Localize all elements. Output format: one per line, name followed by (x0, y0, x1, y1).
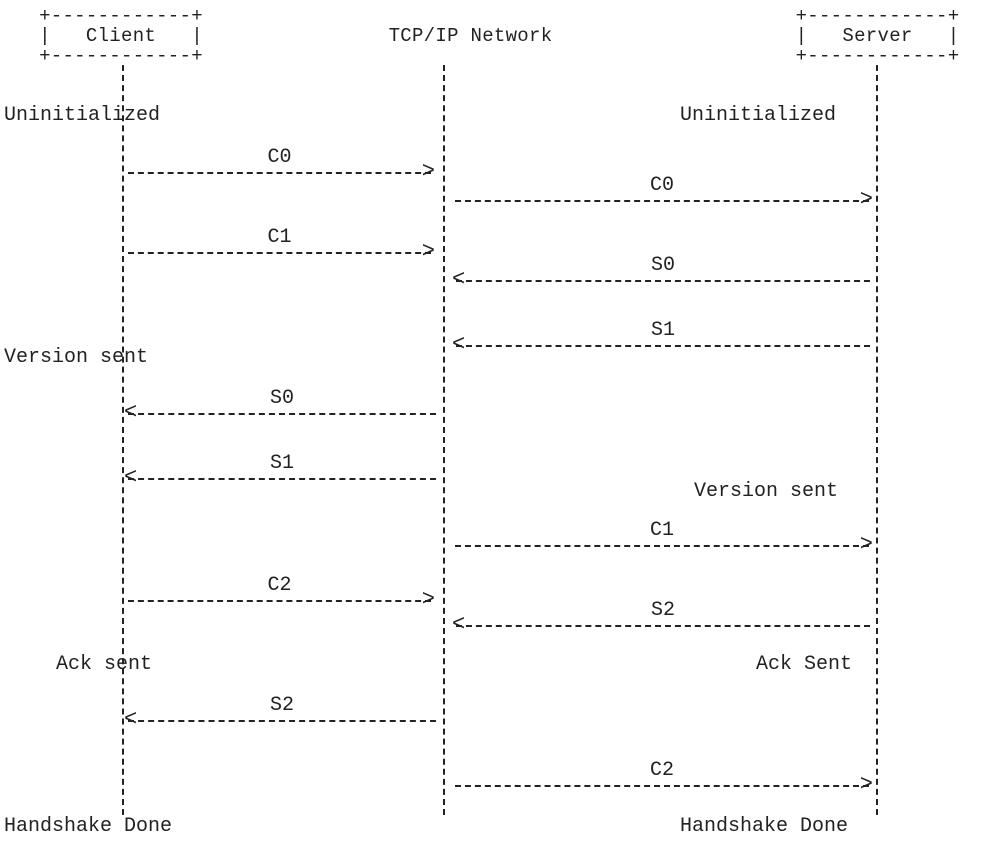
ascii-border: +------------+ (770, 46, 985, 66)
state-server-version-sent: Version sent (694, 480, 838, 503)
arrow-c0-network-to-server: C0 > (455, 200, 869, 202)
ascii-border: +------------+ (770, 6, 985, 26)
message-label: C1 (128, 226, 431, 249)
arrow-head-icon: < (452, 267, 465, 292)
ascii-border: | Client | (13, 26, 229, 46)
ascii-border: | Server | (770, 26, 985, 46)
state-client-handshake-done: Handshake Done (4, 815, 172, 838)
arrow-s0-network-to-client: S0 < (128, 413, 436, 415)
lifeline-network (443, 65, 445, 815)
ascii-border: +------------+ (13, 6, 229, 26)
state-server-handshake-done: Handshake Done (680, 815, 848, 838)
arrow-s2-network-to-client: S2 < (128, 720, 436, 722)
state-client-version-sent: Version sent (4, 346, 148, 369)
arrow-head-icon: > (422, 159, 435, 184)
message-label: C2 (128, 574, 431, 597)
message-label: S2 (128, 694, 436, 717)
arrow-c1-client-to-network: C1 > (128, 252, 431, 254)
state-server-uninitialized: Uninitialized (680, 104, 836, 127)
arrow-head-icon: > (422, 239, 435, 264)
arrow-head-icon: < (124, 707, 137, 732)
ascii-border: +------------+ (13, 46, 229, 66)
arrow-s0-server-to-network: S0 < (456, 280, 870, 282)
state-server-ack-sent: Ack Sent (756, 653, 852, 676)
header-client-label: Client (86, 25, 156, 47)
arrow-head-icon: < (124, 400, 137, 425)
state-client-ack-sent: Ack sent (56, 653, 152, 676)
arrow-c0-client-to-network: C0 > (128, 172, 431, 174)
arrow-head-icon: > (422, 587, 435, 612)
message-label: S0 (128, 387, 436, 410)
arrow-head-icon: < (452, 612, 465, 637)
message-label: S2 (456, 599, 870, 622)
arrow-s1-network-to-client: S1 < (128, 478, 436, 480)
message-label: C0 (128, 146, 431, 169)
arrow-c2-network-to-server: C2 > (455, 785, 869, 787)
message-label: S0 (456, 254, 870, 277)
header-network: TCP/IP Network (363, 6, 578, 66)
arrow-head-icon: > (860, 772, 873, 797)
arrow-head-icon: > (860, 187, 873, 212)
header-server-label: Server (842, 25, 912, 47)
lifeline-client (122, 65, 124, 815)
arrow-c2-client-to-network: C2 > (128, 600, 431, 602)
arrow-head-icon: < (124, 465, 137, 490)
message-label: S1 (456, 319, 870, 342)
message-label: C2 (455, 759, 869, 782)
arrow-head-icon: < (452, 332, 465, 357)
arrow-s1-server-to-network: S1 < (456, 345, 870, 347)
message-label: C1 (455, 519, 869, 542)
message-label: S1 (128, 452, 436, 475)
arrow-s2-server-to-network: S2 < (456, 625, 870, 627)
header-network-label: TCP/IP Network (363, 6, 578, 66)
state-client-uninitialized: Uninitialized (4, 104, 160, 127)
lifeline-server (876, 65, 878, 815)
header-server: +------------+ | Server | +------------+ (770, 6, 985, 66)
message-label: C0 (455, 174, 869, 197)
arrow-head-icon: > (860, 532, 873, 557)
header-client: +------------+ | Client | +------------+ (13, 6, 229, 66)
arrow-c1-network-to-server: C1 > (455, 545, 869, 547)
